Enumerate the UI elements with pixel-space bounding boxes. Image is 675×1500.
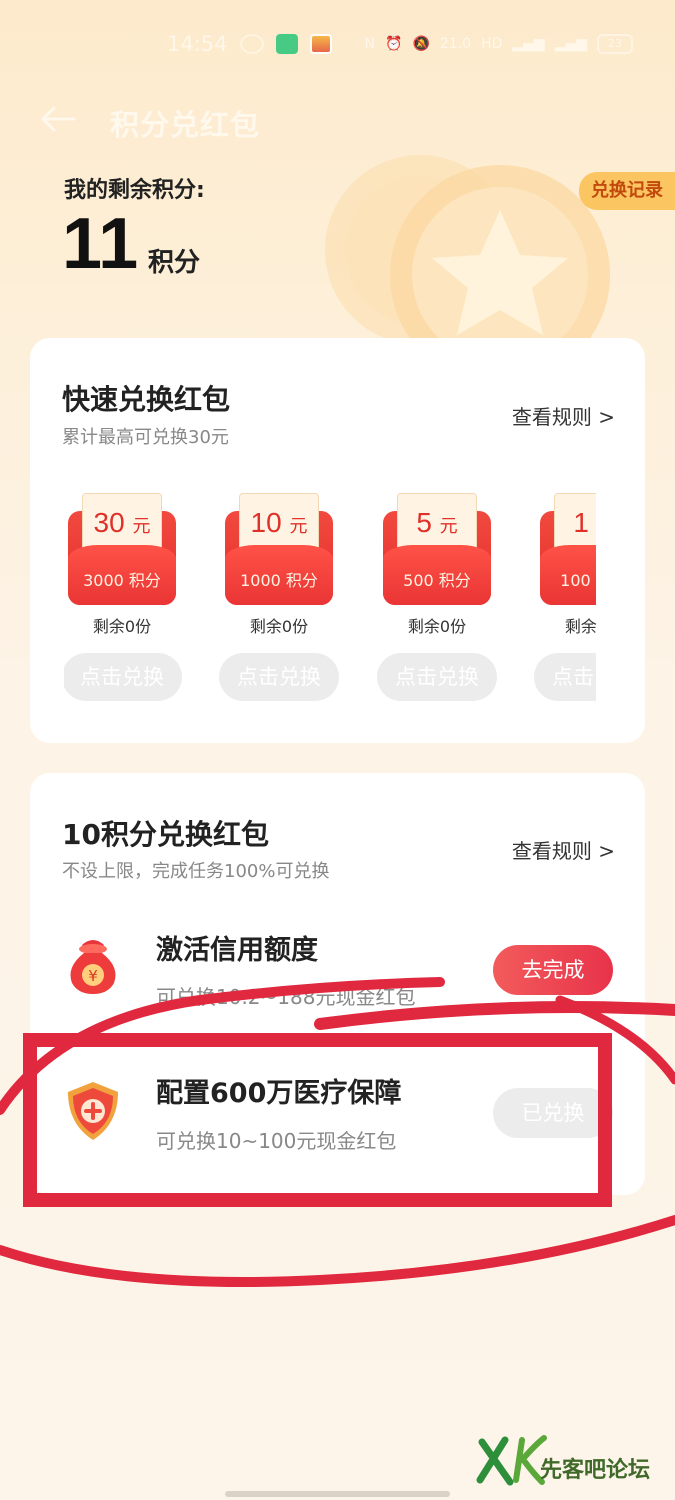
exchange-button[interactable]: 点击兑换 <box>219 653 339 701</box>
battery-icon: 23 <box>597 34 633 54</box>
packet-remain: 剩余0份 <box>249 617 309 636</box>
red-packet-icon: 5 元 500 积分 <box>383 493 491 605</box>
task-title: 配置600万医疗保障 <box>156 1078 402 1109</box>
wechat-icon <box>240 34 264 54</box>
packet-amount: 1 <box>573 507 589 538</box>
signal-icon-2: ▂▄▆ <box>554 36 587 52</box>
network-speed: 21.0 <box>439 36 472 52</box>
red-packet-icon: 10 元 1000 积分 <box>225 493 333 605</box>
packet-amount: 5 <box>416 507 432 538</box>
annotation-stroke <box>0 1215 675 1287</box>
exchange-button[interactable]: 点击兑换 <box>377 653 497 701</box>
task-subtitle: 可兑换10~100元现金红包 <box>156 1129 397 1153</box>
quick-exchange-title: 快速兑换红包 <box>62 383 231 416</box>
points-label: 我的剩余积分: <box>64 178 205 203</box>
go-complete-button[interactable]: 去完成 <box>493 945 613 995</box>
exchanged-button: 已兑换 <box>493 1088 613 1138</box>
packet-item: 30 元 3000 积分 剩余0份 点击兑换 <box>64 493 182 701</box>
quick-exchange-subtitle: 累计最高可兑换30元 <box>62 427 229 448</box>
task-exchange-rules-link[interactable]: 查看规则 > <box>512 835 615 864</box>
status-notification-icons <box>240 34 332 54</box>
packet-amount-unit: 元 <box>132 516 151 536</box>
nfc-icon: N <box>364 36 376 52</box>
wallet-icon <box>310 34 332 54</box>
packet-list: 30 元 3000 积分 剩余0份 点击兑换 10 元 1000 积分 剩余0份… <box>64 493 596 713</box>
status-time: 14:54 <box>167 32 228 56</box>
quick-exchange-rules-link[interactable]: 查看规则 > <box>512 401 615 430</box>
task-exchange-card: 10积分兑换红包 不设上限，完成任务100%可兑换 查看规则 > ¥ 激活信用额… <box>30 773 645 1195</box>
red-packet-icon: 30 元 3000 积分 <box>68 493 176 605</box>
app-header: 积分兑红包 <box>0 90 675 150</box>
packet-amount: 30 <box>93 507 125 538</box>
points-unit: 积分 <box>148 248 201 278</box>
shield-icon <box>68 1082 118 1140</box>
task-exchange-title: 10积分兑换红包 <box>62 818 269 851</box>
quick-exchange-card: 快速兑换红包 累计最高可兑换30元 查看规则 > 30 元 3000 积分 剩余… <box>30 338 645 743</box>
hd-icon: HD <box>481 36 503 52</box>
red-packet-icon: 1 元 100 积分 <box>540 493 596 605</box>
home-indicator[interactable] <box>225 1491 450 1497</box>
points-value: 11 <box>62 204 139 284</box>
packet-cost: 3000 积分 <box>83 571 161 590</box>
status-system-icons: N ⏰ 🔕 21.0 HD ▂▄▆ ▂▄▆ 23 <box>365 34 633 54</box>
packet-cost: 1000 积分 <box>240 571 318 590</box>
packet-cost: 500 积分 <box>403 571 471 590</box>
packet-amount-unit: 元 <box>289 516 308 536</box>
app-notification-icon <box>276 34 298 54</box>
page-title: 积分兑红包 <box>110 108 261 142</box>
task-exchange-subtitle: 不设上限，完成任务100%可兑换 <box>62 861 330 882</box>
packet-remain: 剩余0份 <box>92 617 152 636</box>
packet-remain: 剩余0份 <box>564 617 596 636</box>
packet-cost: 100 积分 <box>560 571 596 590</box>
coins-illustration <box>325 155 610 340</box>
exchange-button[interactable]: 点击兑换 <box>534 653 596 701</box>
packet-amount: 10 <box>250 507 282 538</box>
money-bag-icon: ¥ <box>70 940 116 994</box>
mute-icon: 🔕 <box>412 36 430 52</box>
packet-item: 10 元 1000 积分 剩余0份 点击兑换 <box>219 493 339 701</box>
back-arrow-icon[interactable] <box>40 104 76 134</box>
exchange-button[interactable]: 点击兑换 <box>64 653 182 701</box>
task-subtitle: 可兑换10.2~188元现金红包 <box>156 985 416 1009</box>
packet-amount-unit: 元 <box>439 516 458 536</box>
task-title: 激活信用额度 <box>156 935 318 966</box>
packet-item: 5 元 500 积分 剩余0份 点击兑换 <box>377 493 497 701</box>
signal-icon: ▂▄▆ <box>512 36 545 52</box>
watermark-text: 先客吧论坛 <box>540 1457 651 1483</box>
status-bar: 14:54 N ⏰ 🔕 21.0 HD ▂▄▆ ▂▄▆ 23 <box>0 28 675 62</box>
alarm-icon: ⏰ <box>385 36 403 52</box>
exchange-record-button[interactable]: 兑换记录 <box>579 172 675 210</box>
packet-item: 1 元 100 积分 剩余0份 点击兑换 <box>534 493 596 701</box>
svg-text:¥: ¥ <box>88 967 98 985</box>
packet-remain: 剩余0份 <box>407 617 467 636</box>
